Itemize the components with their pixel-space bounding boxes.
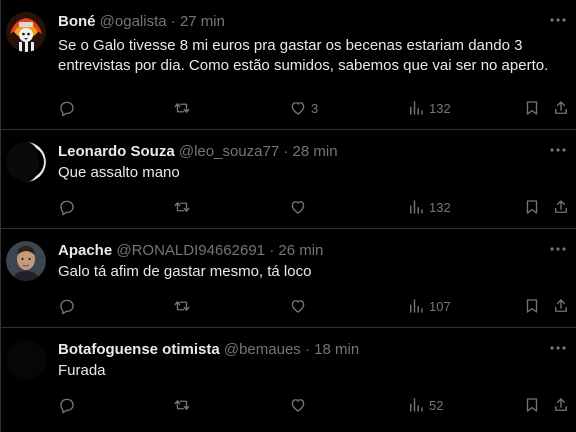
bookmark-icon — [526, 101, 538, 115]
separator: · — [283, 143, 289, 160]
reply-icon — [60, 200, 74, 216]
separator: · — [304, 341, 310, 358]
action-bar: 3 132 — [58, 98, 576, 118]
views-button[interactable]: 52 — [407, 395, 443, 415]
more-icon[interactable] — [548, 239, 568, 259]
share-icon — [555, 398, 567, 411]
reply-icon — [60, 299, 74, 315]
reply-button[interactable] — [58, 197, 76, 217]
handle[interactable]: @RONALDI94662691 — [116, 242, 265, 259]
timestamp[interactable]: 27 min — [180, 13, 225, 30]
bookmark-button[interactable] — [523, 197, 541, 217]
display-name[interactable]: Leonardo Souza — [58, 143, 175, 160]
action-bar: 132 — [58, 197, 576, 217]
like-button[interactable]: 3 — [289, 98, 318, 118]
retweet-button[interactable] — [173, 296, 191, 316]
bookmark-icon — [526, 200, 538, 214]
tweet-text: Galo tá afim de gastar mesmo, tá loco — [58, 263, 312, 280]
share-button[interactable] — [552, 395, 570, 415]
tweet-text: Se o Galo tivesse 8 mi euros pra gastar … — [58, 37, 549, 74]
reply-button[interactable] — [58, 395, 76, 415]
action-bar: 107 — [58, 296, 576, 316]
timestamp[interactable]: 18 min — [314, 341, 359, 358]
retweet-button[interactable] — [173, 395, 191, 415]
tweet-header: Apache @RONALDI94662691 · 26 min — [58, 241, 536, 261]
reply-icon — [60, 101, 74, 117]
reply-button[interactable] — [58, 296, 76, 316]
reply-button[interactable] — [58, 98, 76, 118]
avatar-image — [6, 142, 46, 182]
heart-icon — [291, 300, 305, 313]
handle[interactable]: @leo_souza77 — [179, 143, 279, 160]
avatar-image — [6, 12, 46, 52]
timestamp[interactable]: 28 min — [293, 143, 338, 160]
heart-icon — [291, 201, 305, 214]
display-name[interactable]: Botafoguense otimista — [58, 341, 220, 358]
heart-icon — [291, 102, 305, 115]
like-button[interactable] — [289, 197, 311, 217]
share-icon — [555, 101, 567, 114]
separator: · — [170, 13, 176, 30]
tweet-header: Leonardo Souza @leo_souza77 · 28 min — [58, 142, 536, 162]
retweet-icon — [174, 103, 190, 113]
views-button[interactable]: 132 — [407, 197, 451, 217]
avatar-image — [6, 340, 46, 380]
views-count: 132 — [429, 199, 451, 215]
more-icon[interactable] — [548, 10, 568, 30]
avatar[interactable] — [6, 340, 46, 380]
retweet-button[interactable] — [173, 98, 191, 118]
tweet[interactable]: Boné @ogalista · 27 min Se o Galo tivess… — [0, 0, 576, 130]
avatar-image — [6, 241, 46, 281]
heart-icon — [291, 399, 305, 412]
views-icon — [410, 200, 423, 214]
handle[interactable]: @ogalista — [100, 13, 167, 30]
more-icon[interactable] — [548, 140, 568, 160]
retweet-icon — [174, 400, 190, 410]
reply-icon — [60, 398, 74, 414]
display-name[interactable]: Boné — [58, 13, 96, 30]
views-count: 107 — [429, 298, 451, 314]
retweet-button[interactable] — [173, 197, 191, 217]
retweet-icon — [174, 301, 190, 311]
avatar[interactable] — [6, 241, 46, 281]
tweet-header: Boné @ogalista · 27 min — [58, 12, 536, 32]
views-icon — [410, 101, 423, 115]
views-icon — [410, 299, 423, 313]
separator: · — [269, 242, 275, 259]
retweet-icon — [174, 202, 190, 212]
bookmark-icon — [526, 398, 538, 412]
action-bar: 52 — [58, 395, 576, 415]
bookmark-button[interactable] — [523, 98, 541, 118]
bookmark-button[interactable] — [523, 395, 541, 415]
views-count: 132 — [429, 100, 451, 116]
display-name[interactable]: Apache — [58, 242, 112, 259]
views-button[interactable]: 107 — [407, 296, 451, 316]
handle[interactable]: @bemaues — [224, 341, 301, 358]
tweet[interactable]: Leonardo Souza @leo_souza77 · 28 min Que… — [0, 130, 576, 229]
share-button[interactable] — [552, 197, 570, 217]
bookmark-icon — [526, 299, 538, 313]
reply-feed: Boné @ogalista · 27 min Se o Galo tivess… — [0, 0, 576, 432]
share-button[interactable] — [552, 296, 570, 316]
more-icon[interactable] — [548, 338, 568, 358]
views-icon — [410, 398, 423, 412]
like-button[interactable] — [289, 395, 311, 415]
tweet-header: Botafoguense otimista @bemaues · 18 min — [58, 340, 536, 360]
bookmark-button[interactable] — [523, 296, 541, 316]
tweet-text: Furada — [58, 362, 106, 379]
like-button[interactable] — [289, 296, 311, 316]
share-icon — [555, 200, 567, 213]
tweet-text: Que assalto mano — [58, 164, 180, 181]
tweet[interactable]: Botafoguense otimista @bemaues · 18 min … — [0, 328, 576, 432]
avatar[interactable] — [6, 142, 46, 182]
views-count: 52 — [429, 397, 444, 413]
avatar[interactable] — [6, 12, 46, 52]
views-button[interactable]: 132 — [407, 98, 451, 118]
like-count: 3 — [311, 100, 319, 116]
timestamp[interactable]: 26 min — [278, 242, 323, 259]
share-button[interactable] — [552, 98, 570, 118]
share-icon — [555, 299, 567, 312]
tweet[interactable]: Apache @RONALDI94662691 · 26 min Galo tá… — [0, 229, 576, 328]
